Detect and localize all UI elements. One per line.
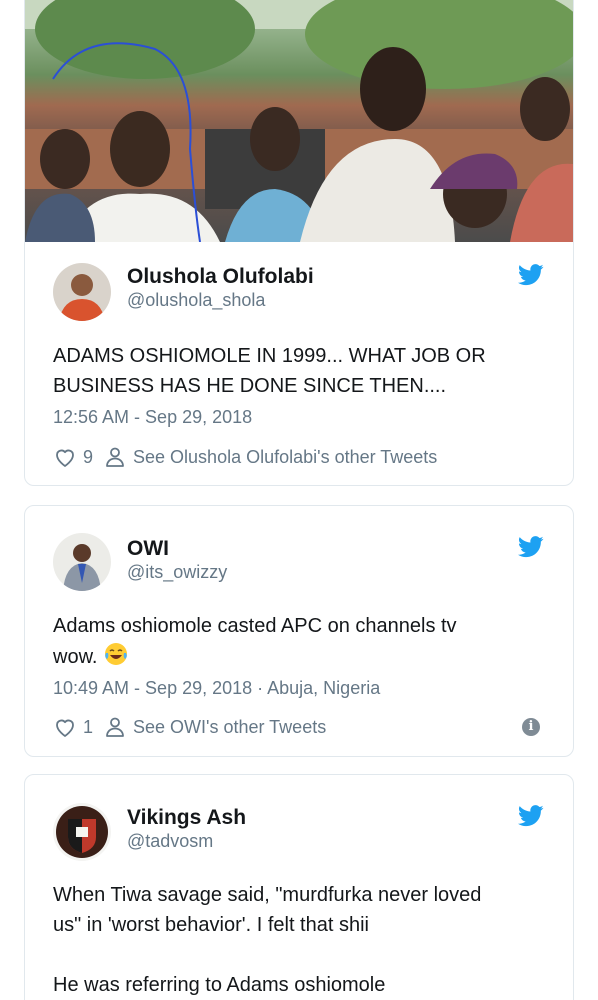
- author-handle[interactable]: @olushola_shola: [127, 290, 265, 311]
- tweet-actions: 1 See OWI's other Tweets: [53, 714, 326, 740]
- tweet-text: When Tiwa savage said, "murdfurka never …: [53, 880, 553, 1000]
- face-with-tears-of-joy-icon: [105, 643, 128, 665]
- tweet-text: Adams oshiomole casted APC on channels t…: [53, 611, 553, 672]
- tweet-text-word: wow.: [53, 646, 98, 668]
- twitter-bird-icon[interactable]: [518, 264, 544, 286]
- see-other-tweets-link[interactable]: See OWI's other Tweets: [133, 717, 326, 738]
- author-name[interactable]: Olushola Olufolabi: [127, 265, 314, 289]
- tweet-card-1[interactable]: Olushola Olufolabi @olushola_shola ADAMS…: [24, 0, 574, 486]
- tweet-text-blank-line: [53, 940, 553, 970]
- twitter-bird-icon[interactable]: [518, 536, 544, 558]
- avatar-image: [53, 533, 111, 591]
- heart-icon[interactable]: [53, 445, 77, 469]
- tweet-text-line: He was referring to Adams oshiomole: [53, 974, 386, 996]
- author-name[interactable]: Vikings Ash: [127, 806, 246, 830]
- tweet-actions: 9 See Olushola Olufolabi's other Tweets: [53, 444, 437, 470]
- avatar-image: [53, 263, 111, 321]
- author-name[interactable]: OWI: [127, 537, 169, 561]
- avatar[interactable]: [53, 533, 111, 591]
- person-icon: [106, 447, 124, 467]
- tweet-text-line: us" in 'worst behavior'. I felt that shi…: [53, 914, 369, 936]
- info-icon[interactable]: i: [522, 718, 540, 736]
- photo-scene: [25, 0, 573, 242]
- tweet-text: ADAMS OSHIOMOLE IN 1999... WHAT JOB OR B…: [53, 345, 486, 397]
- heart-icon[interactable]: [53, 715, 77, 739]
- tweet-text-line: Adams oshiomole casted APC on channels t…: [53, 615, 457, 637]
- person-icon: [106, 717, 124, 737]
- see-other-tweets-link[interactable]: See Olushola Olufolabi's other Tweets: [133, 447, 437, 468]
- author-handle[interactable]: @tadvosm: [127, 831, 213, 852]
- tweet-photo[interactable]: [25, 0, 573, 242]
- avatar[interactable]: [53, 803, 111, 861]
- tweet-timestamp[interactable]: 10:49 AM - Sep 29, 2018 · Abuja, Nigeria: [53, 678, 380, 699]
- avatar-image: [53, 803, 111, 861]
- tweet-card-3[interactable]: Vikings Ash @tadvosm When Tiwa savage sa…: [24, 774, 574, 1000]
- like-count: 1: [83, 716, 94, 737]
- tweet-timestamp[interactable]: 12:56 AM - Sep 29, 2018: [53, 407, 252, 428]
- tweet-card-2[interactable]: OWI @its_owizzy Adams oshiomole casted A…: [24, 505, 574, 757]
- author-handle[interactable]: @its_owizzy: [127, 562, 227, 583]
- avatar[interactable]: [53, 263, 111, 321]
- twitter-bird-icon[interactable]: [518, 805, 544, 827]
- like-count: 9: [83, 446, 94, 467]
- tweet-text-line: wow.: [53, 641, 553, 672]
- tweet-text-line: When Tiwa savage said, "murdfurka never …: [53, 884, 482, 906]
